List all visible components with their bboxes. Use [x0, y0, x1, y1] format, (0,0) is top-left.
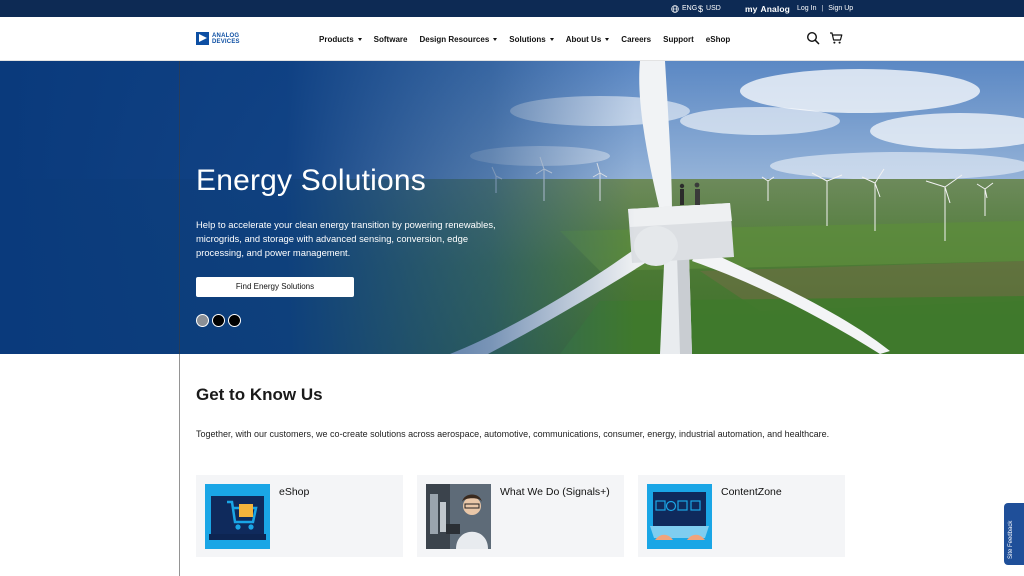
- nav-item-eshop[interactable]: eShop: [706, 35, 730, 44]
- chevron-down-icon: [605, 37, 610, 41]
- section-title: Get to Know Us: [196, 385, 323, 404]
- laptop-media-illustration: [647, 484, 712, 549]
- nav-item-label: Solutions: [509, 34, 546, 44]
- logo-line-2: DEVICES: [212, 38, 240, 45]
- myanalog-link[interactable]: my Analog: [745, 0, 790, 17]
- currency-selector[interactable]: $ USD: [698, 0, 721, 17]
- nav-item-label: About Us: [565, 34, 602, 44]
- card-label-contentzone: ContentZone: [721, 486, 782, 498]
- chevron-down-icon: [549, 37, 554, 41]
- main-header: ANALOG DEVICES Products Software Design Re…: [0, 17, 1024, 61]
- nav-item-about-us[interactable]: About Us: [566, 35, 610, 44]
- language-label: ENG: [682, 5, 698, 12]
- nav-item-solutions[interactable]: Solutions: [509, 34, 554, 44]
- top-utility-bar: ENG $ USD my Analog Log In | Sign Up: [0, 0, 1024, 17]
- nav-item-products[interactable]: Products: [319, 35, 362, 44]
- card-what-we-do[interactable]: What We Do (Signals+): [417, 475, 624, 557]
- currency-label: USD: [706, 5, 721, 12]
- logo-wordmark: ANALOG DEVICES: [212, 33, 240, 45]
- logo-line-1: ANALOG: [212, 32, 240, 39]
- carousel-dots: [196, 314, 241, 327]
- nav-item-label: Products: [319, 34, 354, 44]
- eshop-cart-illustration: [205, 484, 270, 549]
- layout-guide-line: [179, 61, 180, 576]
- main-nav: Products Software Design Resources Solution…: [319, 17, 730, 61]
- site-feedback-tab[interactable]: Site Feedback: [1004, 503, 1024, 565]
- account-divider: |: [821, 5, 824, 12]
- chevron-down-icon: [493, 37, 498, 41]
- language-selector[interactable]: ENG: [671, 0, 697, 17]
- card-row: eShop What We Do (Signals+) ContentZone: [196, 475, 845, 557]
- cart-icon[interactable]: [829, 31, 843, 45]
- scientist-photo: [426, 484, 491, 549]
- globe-icon: [671, 4, 679, 13]
- nav-item-software[interactable]: Software: [374, 35, 408, 44]
- carousel-dot-1[interactable]: [196, 314, 209, 327]
- chevron-down-icon: [357, 37, 362, 41]
- nav-item-label: Design Resources: [419, 34, 490, 44]
- site-feedback-label: Site Feedback: [1008, 520, 1014, 559]
- card-label-what-we-do: What We Do (Signals+): [500, 486, 610, 498]
- analog-devices-logo[interactable]: ANALOG DEVICES: [196, 32, 240, 45]
- search-icon[interactable]: [806, 31, 820, 45]
- header-actions: [806, 31, 843, 45]
- card-contentzone[interactable]: ContentZone: [638, 475, 845, 557]
- nav-item-label: Support: [663, 34, 694, 44]
- card-label-eshop: eShop: [279, 486, 310, 498]
- nav-item-label: Software: [373, 34, 408, 44]
- hero-description: Help to accelerate your clean energy tra…: [196, 219, 496, 258]
- account-links: Log In | Sign Up: [797, 0, 853, 17]
- nav-item-support[interactable]: Support: [663, 35, 694, 44]
- carousel-dot-2[interactable]: [212, 314, 225, 327]
- nav-item-design-resources[interactable]: Design Resources: [419, 34, 498, 44]
- nav-item-label: eShop: [705, 34, 731, 44]
- hero-wind-turbine-image: [0, 61, 1024, 354]
- login-link[interactable]: Log In: [797, 5, 816, 12]
- carousel-dot-3[interactable]: [228, 314, 241, 327]
- nav-item-label: Careers: [621, 34, 652, 44]
- myanalog-analog: Analog: [760, 3, 790, 14]
- dollar-icon: $: [698, 3, 704, 14]
- signup-link[interactable]: Sign Up: [828, 5, 853, 12]
- hero-title: Energy Solutions: [196, 164, 427, 197]
- hero-banner: Energy Solutions Help to accelerate your…: [0, 61, 1024, 354]
- section-description: Together, with our customers, we co-crea…: [196, 429, 830, 439]
- logo-triangle-icon: [196, 32, 209, 45]
- find-energy-solutions-button[interactable]: Find Energy Solutions: [196, 277, 354, 297]
- myanalog-my: my: [745, 3, 758, 14]
- card-eshop[interactable]: eShop: [196, 475, 403, 557]
- nav-item-careers[interactable]: Careers: [621, 35, 651, 44]
